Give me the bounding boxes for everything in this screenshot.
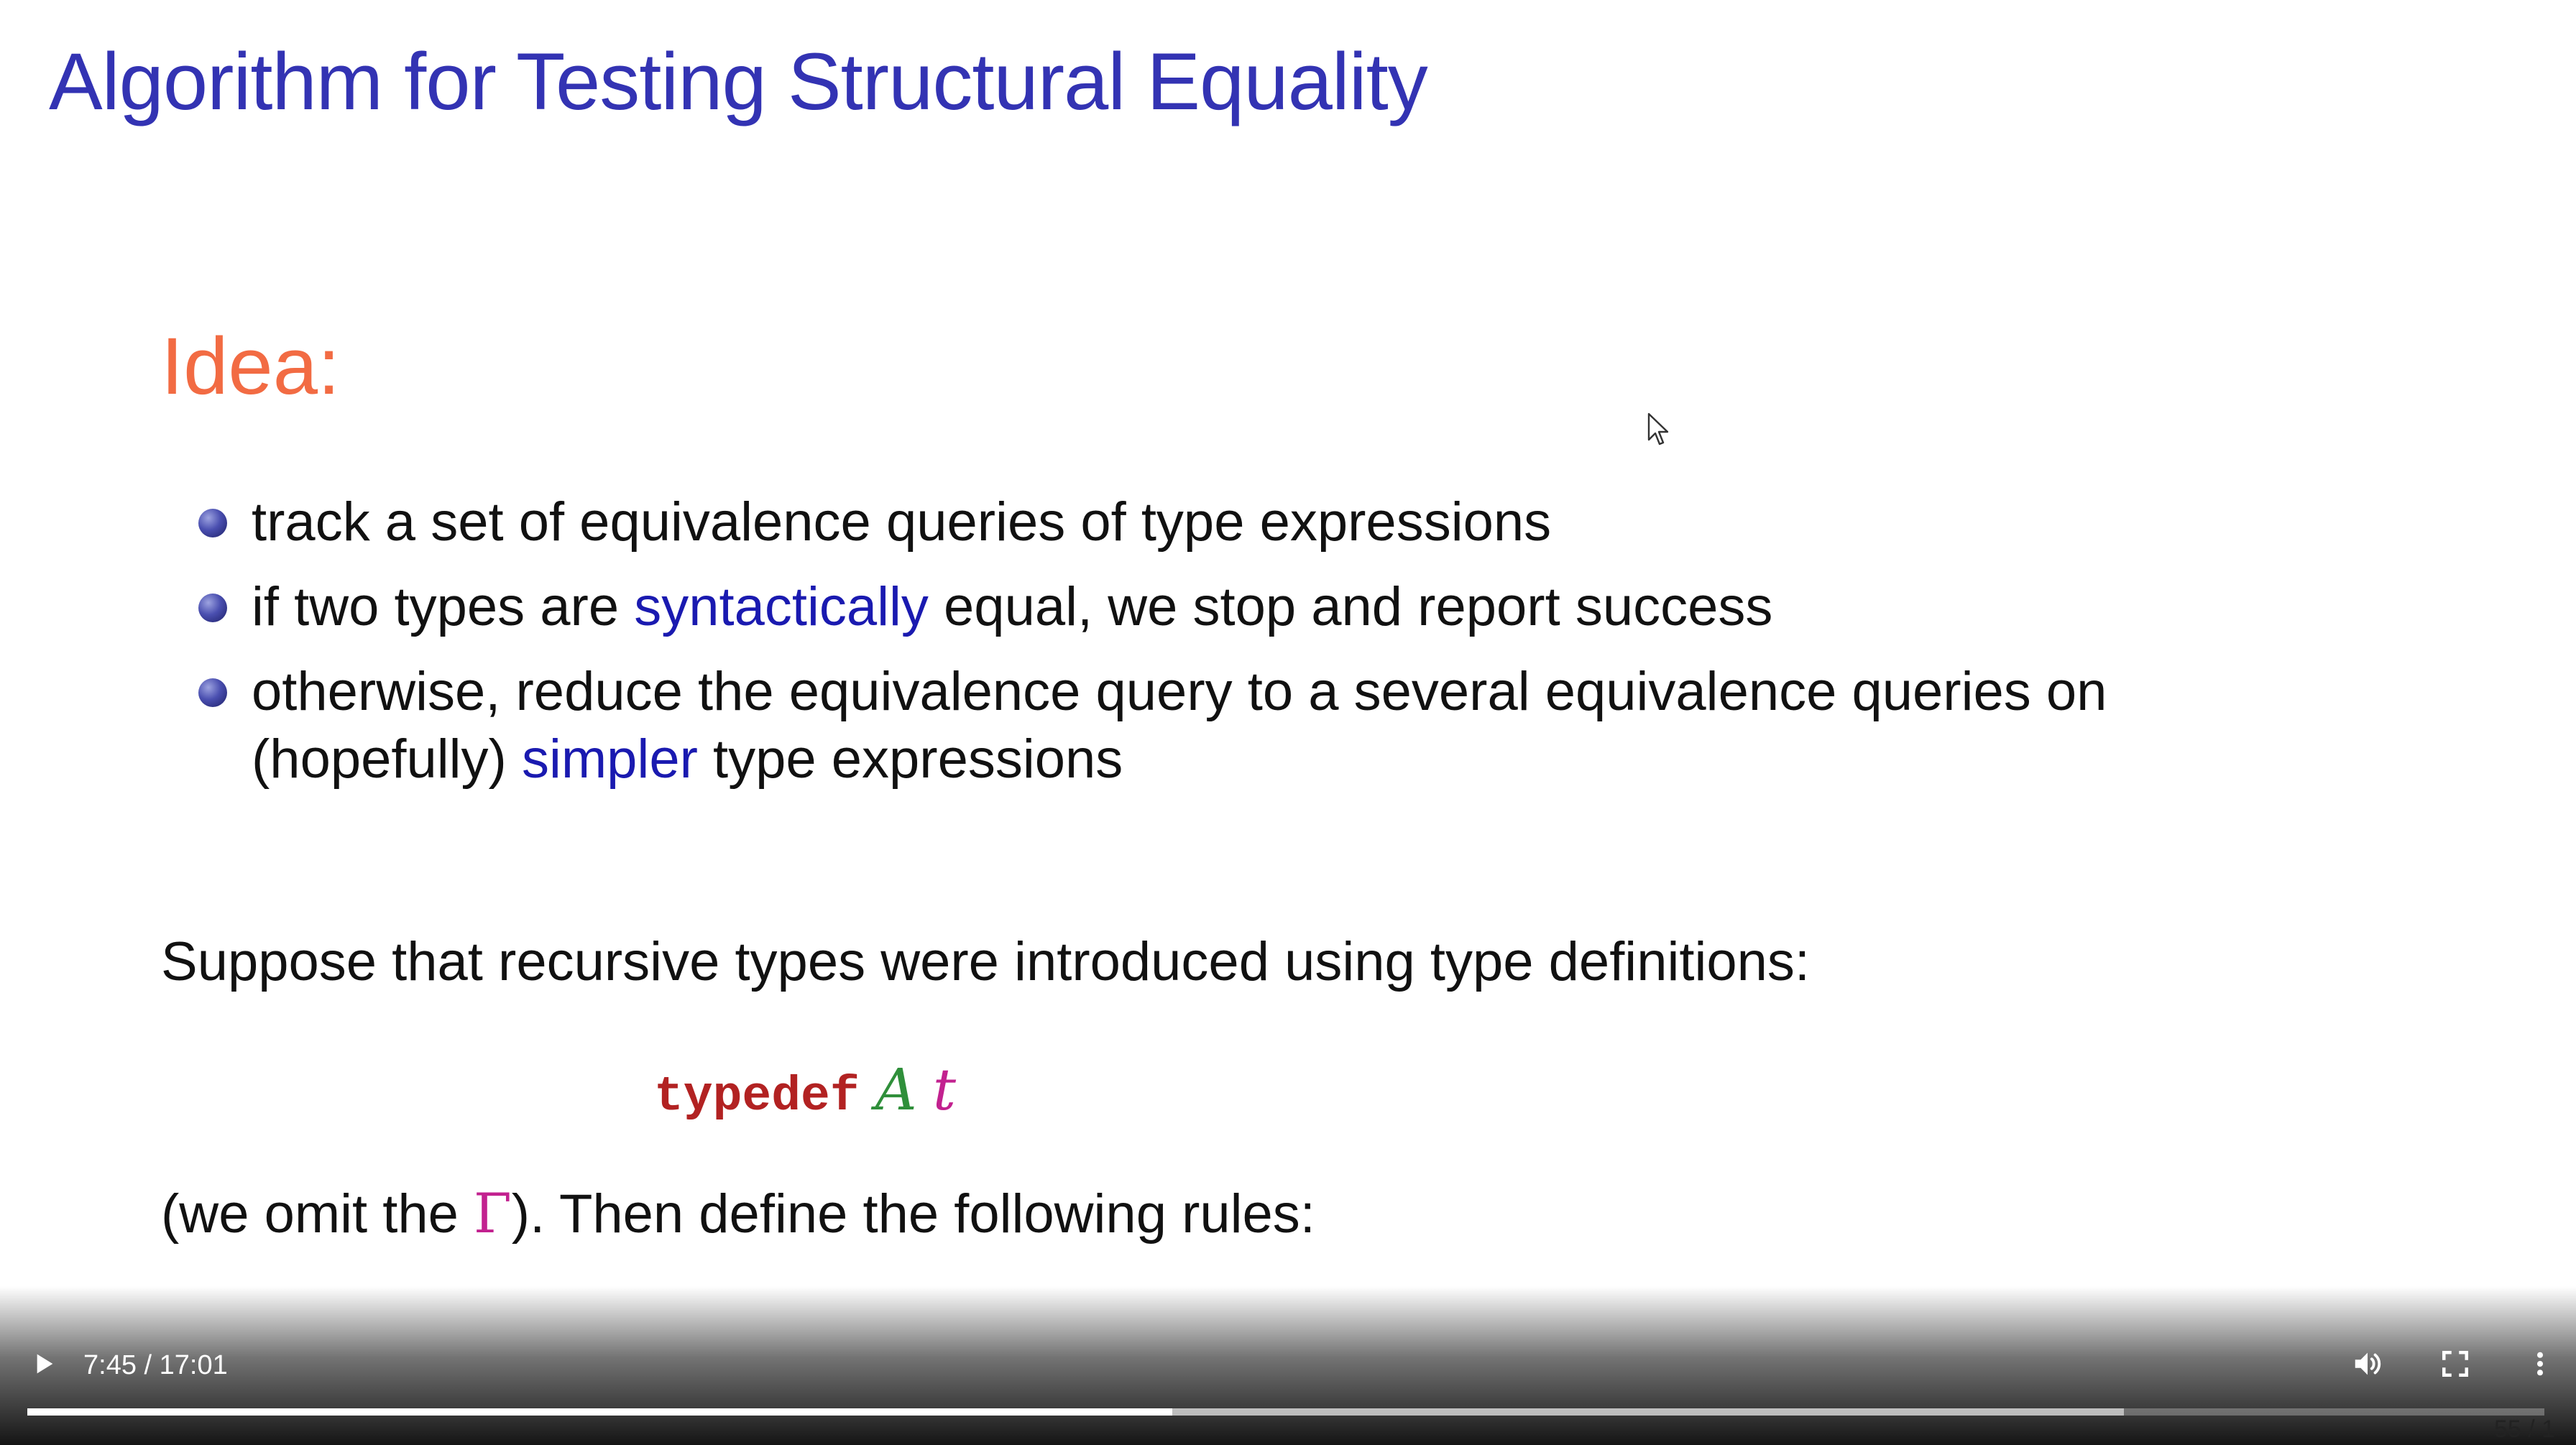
bullet-item: track a set of equivalence queries of ty… [197, 489, 2281, 556]
play-button[interactable] [22, 1342, 65, 1385]
more-options-button[interactable] [2517, 1341, 2563, 1387]
bullet-icon [198, 509, 227, 537]
highlight-simpler: simpler [521, 729, 698, 790]
gamma-symbol: Γ [474, 1181, 512, 1245]
page-counter: 55 / 1 [2494, 1416, 2556, 1443]
fullscreen-icon [2442, 1350, 2469, 1377]
progress-played [27, 1408, 1173, 1416]
bullet-icon [198, 594, 227, 622]
more-vert-icon [2536, 1352, 2544, 1376]
volume-button[interactable] [2345, 1341, 2391, 1387]
typedef-formula: typedef A t [654, 1056, 956, 1131]
bullet-item: otherwise, reduce the equivalence query … [197, 658, 2281, 793]
progress-bar[interactable] [27, 1408, 2544, 1416]
rules-intro-text-start: (we omit the [161, 1183, 474, 1245]
idea-heading: Idea: [161, 321, 341, 411]
highlight-syntactically: syntactically [634, 576, 929, 637]
bullet-text: equal, we stop and report success [928, 576, 1773, 637]
player-controls-background [0, 1286, 2576, 1445]
time-display: 7:45 / 17:01 [83, 1350, 228, 1380]
bullet-item: if two types are syntactically equal, we… [197, 573, 2281, 641]
bullet-icon [198, 678, 227, 707]
bullet-text: if two types are [252, 576, 635, 637]
rules-intro-text-end: ). Then define the following rules: [511, 1183, 1315, 1245]
video-frame: Algorithm for Testing Structural Equalit… [0, 0, 2576, 1445]
typedef-keyword: typedef [654, 1069, 860, 1125]
volume-icon [2355, 1352, 2381, 1375]
idea-bullet-list: track a set of equivalence queries of ty… [197, 489, 2281, 811]
mouse-cursor-icon [1647, 412, 1669, 445]
play-icon [37, 1354, 53, 1374]
slide-title: Algorithm for Testing Structural Equalit… [49, 37, 1428, 126]
rules-intro-paragraph: (we omit the Γ). Then define the followi… [161, 1180, 1315, 1248]
bullet-text: type expressions [697, 729, 1123, 790]
type-expr-variable: t [932, 1056, 957, 1123]
type-name-variable: A [875, 1056, 917, 1123]
suppose-paragraph: Suppose that recursive types were introd… [161, 931, 1810, 992]
fullscreen-button[interactable] [2432, 1341, 2478, 1387]
bullet-text: track a set of equivalence queries of ty… [252, 491, 1552, 553]
